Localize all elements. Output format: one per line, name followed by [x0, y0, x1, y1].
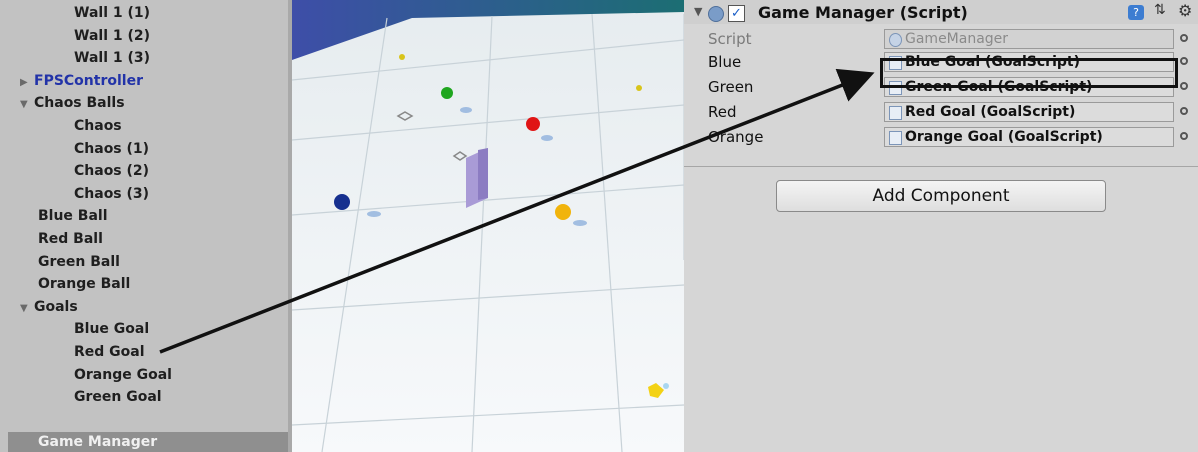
inspector-panel: ▼ ✓ Game Manager (Script) ? ⇅ ⚙ Script Ga… — [684, 0, 1198, 452]
orange-ball — [555, 204, 571, 220]
hierarchy-panel: Wall 1 (1) Wall 1 (2) Wall 1 (3) ▶ FPSContro… — [0, 0, 292, 452]
collapse-triangle-icon[interactable]: ▶ — [20, 72, 34, 94]
hierarchy-item[interactable]: Wall 1 (2) — [74, 25, 150, 47]
foldout-triangle-icon[interactable]: ▼ — [694, 5, 702, 18]
hierarchy-item[interactable]: Blue Ball — [38, 205, 108, 227]
hierarchy-item[interactable]: ▼ Goals — [20, 296, 78, 318]
hierarchy-item-game-manager[interactable]: Game Manager — [38, 432, 157, 452]
goal-object-icon — [889, 106, 902, 120]
hierarchy-item[interactable]: Chaos (1) — [74, 138, 149, 160]
hierarchy-item[interactable]: Orange Goal — [74, 364, 172, 386]
hierarchy-item-label: Red Goal — [74, 344, 145, 360]
hierarchy-item-label: Wall 1 (3) — [74, 50, 151, 67]
object-picker-icon[interactable] — [1180, 107, 1188, 115]
object-reference-value: Red Goal (GoalScript) — [905, 104, 1076, 120]
object-reference-field[interactable]: Orange Goal (GoalScript) — [884, 127, 1174, 147]
component-divider — [684, 166, 1198, 167]
hierarchy-item-label: Chaos Balls — [34, 95, 125, 112]
property-label: Red — [708, 103, 737, 121]
hierarchy-item[interactable]: Blue Goal — [74, 318, 149, 340]
hierarchy-item[interactable]: Wall 1 (1) — [74, 2, 150, 24]
expand-triangle-icon[interactable]: ▼ — [20, 94, 34, 116]
chaos-ball-1 — [399, 54, 405, 60]
hierarchy-item-label: Blue Goal — [74, 321, 150, 338]
goal-object-icon — [889, 131, 902, 145]
add-component-button[interactable]: Add Component — [776, 180, 1106, 212]
hierarchy-item[interactable]: ▶ FPSController — [20, 70, 143, 92]
expand-triangle-icon[interactable]: ▼ — [20, 298, 34, 320]
hierarchy-item-label: Chaos — [74, 118, 122, 134]
hierarchy-item-label: Green Goal — [74, 389, 162, 406]
hierarchy-item-label: Goals — [34, 298, 78, 315]
property-label: Orange — [708, 128, 764, 146]
preset-icon[interactable]: ⇅ — [1154, 2, 1166, 18]
hierarchy-item[interactable]: Chaos (2) — [74, 160, 149, 182]
hierarchy-item[interactable]: ▼ Chaos Balls — [20, 92, 125, 114]
component-enabled-checkbox[interactable]: ✓ — [728, 5, 745, 22]
hierarchy-item-label: Chaos (2) — [74, 163, 150, 180]
hierarchy-item-label: Chaos (1) — [74, 140, 150, 157]
hierarchy-item-label: Green Ball — [38, 253, 120, 270]
property-row: Script GameManager — [684, 28, 1198, 52]
hierarchy-item-label: Orange Ball — [38, 276, 131, 293]
object-reference-field[interactable]: Red Goal (GoalScript) — [884, 102, 1174, 122]
script-asset-icon — [889, 33, 902, 47]
hierarchy-item-label: Wall 1 (2) — [74, 27, 151, 44]
component-header[interactable]: ▼ ✓ Game Manager (Script) ? ⇅ ⚙ — [684, 0, 1198, 24]
property-row: Orange Orange Goal (GoalScript) — [684, 126, 1198, 150]
property-label: Blue — [708, 53, 742, 71]
hierarchy-item-label: Red Ball — [38, 231, 103, 247]
hierarchy-item[interactable]: Orange Ball — [38, 273, 130, 295]
hierarchy-item[interactable]: Green Ball — [38, 251, 120, 273]
gear-icon[interactable]: ⚙ — [1178, 1, 1192, 20]
hierarchy-item[interactable]: Wall 1 (3) — [74, 47, 150, 69]
property-row: Red Red Goal (GoalScript) — [684, 101, 1198, 125]
help-icon[interactable]: ? — [1128, 5, 1144, 20]
hierarchy-item-label: Blue Ball — [38, 208, 108, 225]
script-icon — [708, 6, 724, 22]
scene-view[interactable] — [292, 0, 688, 452]
object-reference-field: GameManager — [884, 29, 1174, 49]
hierarchy-item-label: Wall 1 (1) — [74, 5, 151, 21]
hierarchy-item-label: FPSController — [34, 72, 143, 89]
hierarchy-item[interactable]: Chaos (3) — [74, 183, 149, 205]
hierarchy-item[interactable]: Green Goal — [74, 386, 162, 408]
hierarchy-item-label: Orange Goal — [74, 366, 172, 383]
hierarchy-item[interactable]: Chaos — [74, 115, 122, 137]
property-label: Green — [708, 78, 754, 96]
chaos-ball-2 — [636, 85, 642, 91]
object-reference-value: GameManager — [905, 31, 1009, 47]
property-label: Script — [708, 30, 752, 48]
object-picker-icon[interactable] — [1180, 82, 1188, 90]
green-ball — [441, 87, 453, 99]
hierarchy-item[interactable]: Red Goal — [74, 341, 145, 363]
component-title: Game Manager (Script) — [758, 3, 968, 22]
blue-ball — [334, 194, 350, 210]
object-reference-value: Orange Goal (GoalScript) — [905, 129, 1103, 145]
object-picker-icon[interactable] — [1180, 132, 1188, 140]
hierarchy-item-label: Chaos (3) — [74, 185, 150, 202]
annotation-highlight-box — [880, 58, 1178, 88]
object-picker-icon[interactable] — [1180, 57, 1188, 65]
scene-render — [292, 0, 684, 452]
hierarchy-item[interactable]: Red Ball — [38, 228, 103, 250]
red-ball — [526, 117, 540, 131]
object-picker-icon[interactable] — [1180, 34, 1188, 42]
